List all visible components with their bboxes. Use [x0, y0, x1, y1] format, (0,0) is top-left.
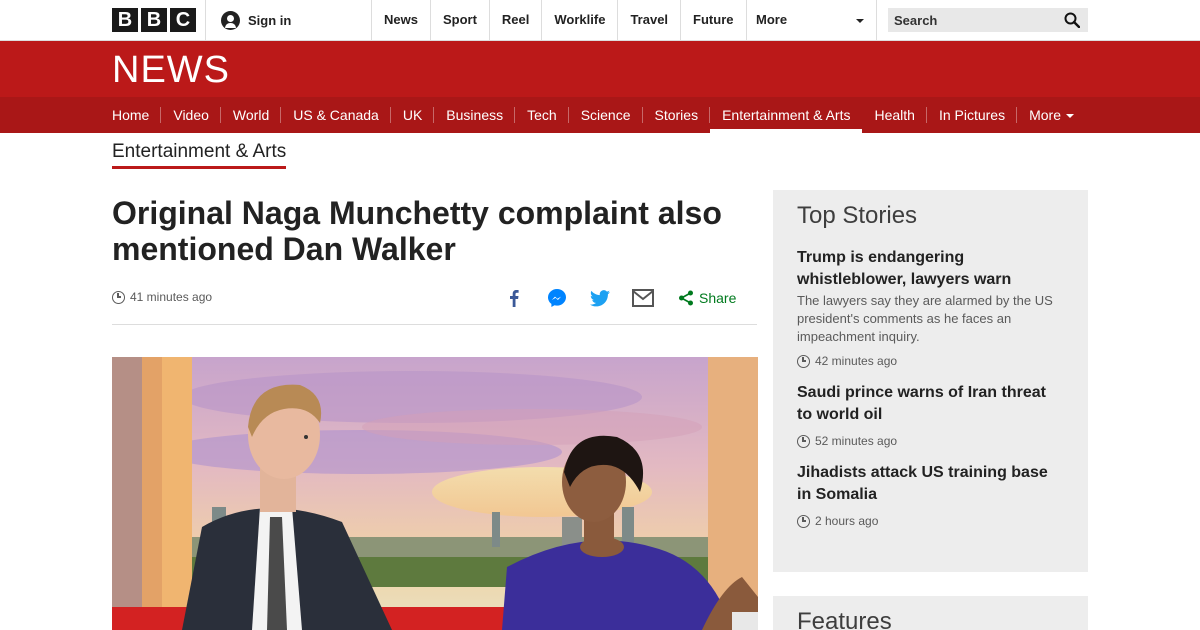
article-timestamp: 41 minutes ago — [112, 290, 212, 304]
story-title[interactable]: Trump is endangering whistleblower, lawy… — [797, 247, 1064, 291]
global-nav: News Sport Reel Worklife Travel Future — [372, 0, 747, 40]
global-nav-sport[interactable]: Sport — [431, 0, 490, 40]
chevron-down-icon — [856, 19, 864, 23]
article-hero-image — [112, 357, 758, 630]
global-nav-news[interactable]: News — [372, 0, 431, 40]
share-tools: Share — [500, 284, 758, 312]
news-nav-entertainment-arts[interactable]: Entertainment & Arts — [710, 97, 863, 133]
news-nav-world[interactable]: World — [221, 97, 282, 133]
sign-in-button[interactable]: Sign in — [205, 0, 372, 40]
clock-icon — [112, 290, 125, 304]
top-stories-panel: Top Stories Trump is endangering whistle… — [773, 190, 1088, 572]
person-icon — [221, 10, 240, 30]
search-box — [888, 8, 1088, 32]
messenger-icon — [548, 289, 566, 307]
facebook-share-button[interactable] — [500, 284, 528, 312]
twitter-icon — [590, 289, 610, 306]
features-heading: Features — [797, 608, 892, 630]
top-stories-heading: Top Stories — [797, 202, 918, 229]
global-more-button[interactable]: More — [744, 0, 877, 40]
story-time-text: 52 minutes ago — [815, 434, 898, 448]
article-headline: Original Naga Munchetty complaint also m… — [112, 195, 722, 267]
news-nav-uk[interactable]: UK — [391, 97, 435, 133]
search-input[interactable] — [888, 8, 1058, 32]
share-label: Share — [699, 290, 737, 306]
logo-letter: C — [170, 8, 196, 32]
search-icon[interactable] — [1064, 12, 1080, 28]
clock-icon — [797, 514, 810, 528]
timestamp-text: 41 minutes ago — [130, 290, 213, 304]
story-time: 52 minutes ago — [797, 434, 1064, 448]
story-summary: The lawyers say they are alarmed by the … — [797, 293, 1053, 344]
global-nav-future[interactable]: Future — [681, 0, 747, 40]
share-icon — [679, 290, 693, 306]
story-item[interactable]: Trump is endangering whistleblower, lawy… — [797, 247, 1064, 368]
global-nav-worklife[interactable]: Worklife — [542, 0, 619, 40]
logo-letter: B — [141, 8, 167, 32]
news-nav-stories[interactable]: Stories — [643, 97, 711, 133]
news-nav-home[interactable]: Home — [100, 97, 162, 133]
story-item[interactable]: Saudi prince warns of Iran threat to wor… — [797, 382, 1064, 448]
logo-letter: B — [112, 8, 138, 32]
news-wordmark[interactable]: NEWS — [112, 51, 230, 89]
hero-photo — [112, 357, 758, 630]
share-button[interactable]: Share — [678, 290, 736, 306]
bbc-logo[interactable]: B B C — [112, 8, 196, 32]
twitter-share-button[interactable] — [586, 284, 614, 312]
clock-icon — [797, 354, 810, 368]
story-time: 2 hours ago — [797, 514, 1064, 528]
global-more-label: More — [756, 12, 788, 27]
story-time-text: 2 hours ago — [815, 514, 879, 528]
news-nav-more-label: More — [1029, 107, 1061, 123]
news-nav-more[interactable]: More — [1017, 97, 1086, 133]
global-nav-reel[interactable]: Reel — [490, 0, 543, 40]
story-title[interactable]: Jihadists attack US training base in Som… — [797, 462, 1064, 506]
news-nav-health[interactable]: Health — [862, 97, 928, 133]
section-label[interactable]: Entertainment & Arts — [112, 141, 287, 169]
news-header: NEWS — [0, 41, 1200, 97]
story-time-text: 42 minutes ago — [815, 354, 898, 368]
news-nav-us-canada[interactable]: US & Canada — [281, 97, 391, 133]
messenger-share-button[interactable] — [543, 284, 571, 312]
news-nav-tech[interactable]: Tech — [515, 97, 569, 133]
chevron-down-icon — [1066, 114, 1074, 119]
story-title[interactable]: Saudi prince warns of Iran threat to wor… — [797, 382, 1064, 426]
story-item[interactable]: Jihadists attack US training base in Som… — [797, 462, 1064, 528]
global-nav-travel[interactable]: Travel — [618, 0, 682, 40]
clock-icon — [797, 434, 810, 448]
news-nav: Home Video World US & Canada UK Business… — [0, 97, 1200, 133]
story-time: 42 minutes ago — [797, 354, 1064, 368]
headline-divider — [112, 324, 757, 325]
news-nav-video[interactable]: Video — [161, 97, 221, 133]
email-icon — [632, 289, 654, 307]
sign-in-label: Sign in — [248, 12, 292, 28]
global-header: B B C Sign in News Sport Reel Worklife T… — [0, 0, 1200, 41]
facebook-icon — [510, 290, 519, 307]
news-nav-in-pictures[interactable]: In Pictures — [927, 97, 1018, 133]
email-share-button[interactable] — [629, 284, 657, 312]
news-nav-business[interactable]: Business — [434, 97, 515, 133]
news-nav-science[interactable]: Science — [569, 97, 643, 133]
features-panel: Features — [773, 596, 1088, 630]
